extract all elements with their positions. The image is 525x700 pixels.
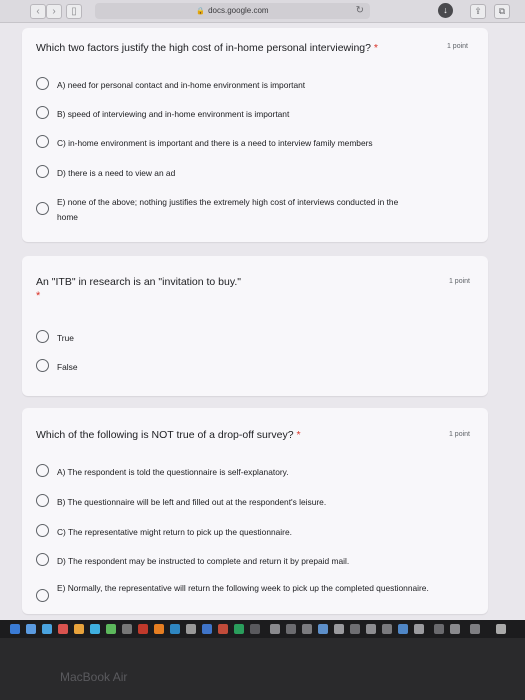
radio-button[interactable] — [36, 589, 49, 602]
word-icon[interactable] — [202, 624, 212, 634]
settings-icon[interactable] — [186, 624, 196, 634]
radio-button[interactable] — [36, 330, 49, 343]
notes-icon[interactable] — [122, 624, 132, 634]
app-icon[interactable] — [366, 624, 376, 634]
messages-icon[interactable] — [106, 624, 116, 634]
photos-icon[interactable] — [74, 624, 84, 634]
radio-button[interactable] — [36, 359, 49, 372]
folder-icon[interactable] — [470, 624, 480, 634]
app-icon[interactable] — [270, 624, 280, 634]
url-text: docs.google.com — [208, 6, 269, 15]
app-icon[interactable] — [414, 624, 424, 634]
safari-icon[interactable] — [42, 624, 52, 634]
app-icon[interactable] — [302, 624, 312, 634]
radio-button[interactable] — [36, 135, 49, 148]
mail-icon[interactable] — [90, 624, 100, 634]
radio-button[interactable] — [36, 494, 49, 507]
sidebar-icon[interactable]: ▯ — [66, 4, 82, 19]
trash-icon[interactable] — [496, 624, 506, 634]
reload-icon[interactable]: ↻ — [356, 3, 364, 19]
browser-toolbar: ‹ › ▯ 🔒 docs.google.com ↻ ↓ ⇪ ⧉ — [0, 0, 525, 23]
radio-button[interactable] — [36, 464, 49, 477]
app-icon[interactable] — [334, 624, 344, 634]
share-icon[interactable]: ⇪ — [470, 4, 486, 19]
app-icon[interactable] — [318, 624, 328, 634]
finder-icon[interactable] — [10, 624, 20, 634]
browser-screen: ‹ › ▯ 🔒 docs.google.com ↻ ↓ ⇪ ⧉ Which two… — [0, 0, 525, 620]
app-icon[interactable] — [382, 624, 392, 634]
powerpoint-icon[interactable] — [218, 624, 228, 634]
app-icon[interactable] — [398, 624, 408, 634]
music-icon[interactable] — [138, 624, 148, 634]
question-card-1: Which two factors justify the high cost … — [22, 28, 488, 242]
launchpad-icon[interactable] — [26, 624, 36, 634]
required-mark: * — [36, 290, 41, 302]
radio-button[interactable] — [36, 524, 49, 537]
calendar-icon[interactable] — [58, 624, 68, 634]
app-icon[interactable] — [350, 624, 360, 634]
books-icon[interactable] — [154, 624, 164, 634]
points-label: 1 point — [448, 278, 470, 285]
question-card-2: An "ITB" in research is an "invitation t… — [22, 256, 488, 396]
question-title: Which of the following is NOT true of a … — [36, 429, 301, 441]
folder-icon[interactable] — [434, 624, 444, 634]
forward-button[interactable]: › — [46, 4, 62, 19]
dock — [0, 620, 525, 638]
question-card-3: Which of the following is NOT true of a … — [22, 408, 488, 614]
points-label: 1 point — [446, 43, 468, 50]
tabs-icon[interactable]: ⧉ — [494, 4, 510, 19]
radio-button[interactable] — [36, 165, 49, 178]
back-button[interactable]: ‹ — [30, 4, 46, 19]
app-icon[interactable] — [250, 624, 260, 634]
excel-icon[interactable] — [234, 624, 244, 634]
radio-button[interactable] — [36, 202, 49, 215]
question-title: Which two factors justify the high cost … — [36, 42, 379, 54]
radio-button[interactable] — [36, 106, 49, 119]
required-mark: * — [296, 429, 301, 441]
radio-button[interactable] — [36, 77, 49, 90]
question-title: An "ITB" in research is an "invitation t… — [36, 276, 241, 288]
download-icon[interactable]: ↓ — [438, 3, 453, 18]
app-icon[interactable] — [286, 624, 296, 634]
radio-button[interactable] — [36, 553, 49, 566]
device-brand-label: MacBook Air — [60, 670, 128, 684]
app-store-icon[interactable] — [170, 624, 180, 634]
points-label: 1 point — [448, 431, 470, 438]
lock-icon: 🔒 — [196, 8, 206, 15]
folder-icon[interactable] — [450, 624, 460, 634]
address-bar[interactable]: 🔒 docs.google.com ↻ — [95, 3, 370, 19]
required-mark: * — [373, 42, 379, 54]
